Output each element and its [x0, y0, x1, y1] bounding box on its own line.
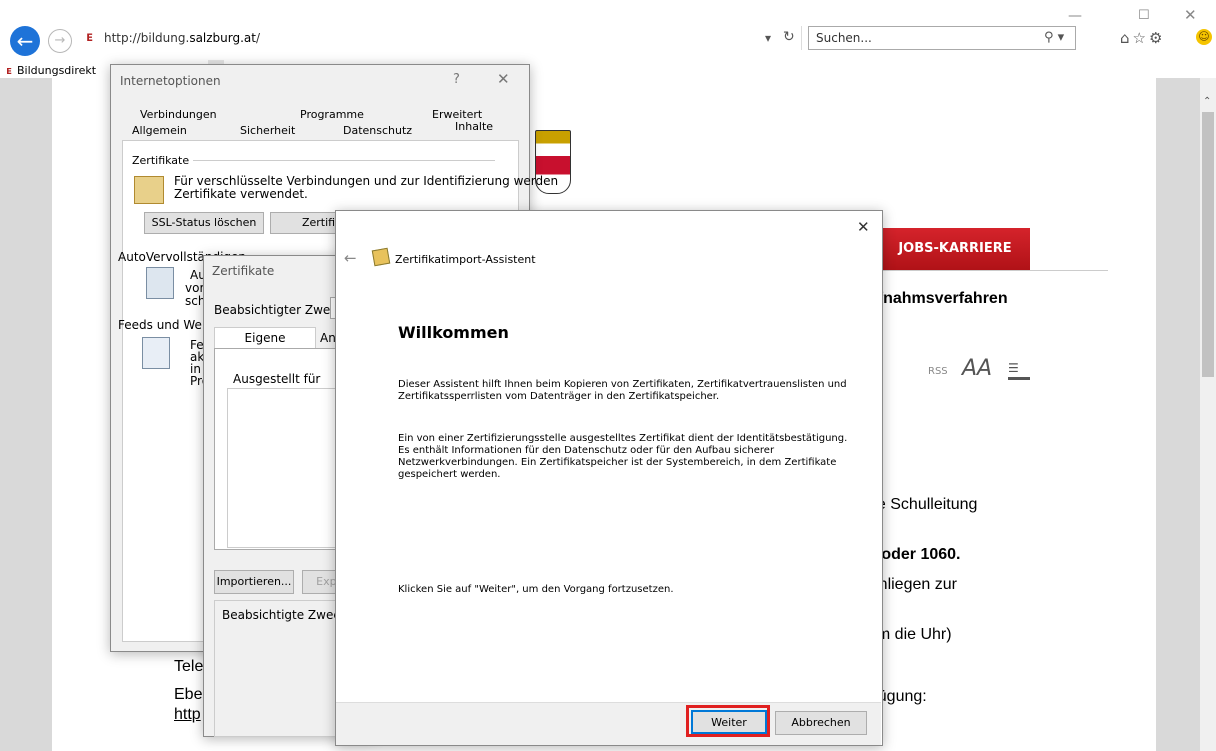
feeds-icon [142, 337, 170, 369]
forward-button[interactable]: → [48, 29, 72, 53]
tab-verbindungen[interactable]: Verbindungen [140, 108, 217, 121]
wizard-paragraph: Dieser Assistent hilft Ihnen beim Kopier… [398, 379, 847, 390]
ssl-clear-button[interactable]: SSL-Status löschen [144, 212, 264, 234]
certificate-wizard-icon [371, 247, 391, 267]
feedback-smiley-icon[interactable]: ☺ [1196, 29, 1212, 45]
autocomplete-icon [146, 267, 174, 299]
minimize-window-button[interactable]: — [1068, 8, 1082, 24]
close-window-button[interactable]: ✕ [1184, 6, 1197, 24]
tab-programme[interactable]: Programme [300, 108, 364, 121]
dialog-title: Internetoptionen [120, 74, 221, 88]
tab-sicherheit[interactable]: Sicherheit [240, 124, 295, 137]
tab-allgemein[interactable]: Allgemein [132, 124, 187, 137]
page-text: ge Schulleitung [868, 496, 978, 513]
scroll-up-icon[interactable]: ⌃ [1203, 96, 1211, 107]
address-dropdown-icon[interactable]: ▾ [765, 31, 771, 45]
dialog-title: Zertifikate [212, 264, 275, 278]
refresh-icon[interactable]: ↻ [783, 29, 795, 45]
tab-datenschutz[interactable]: Datenschutz [343, 124, 412, 137]
cert-description: Für verschlüsselte Verbindungen und zur … [174, 174, 559, 188]
feeds-label: Feeds und We [118, 318, 202, 332]
nav-underline [880, 270, 1108, 271]
search-icon[interactable]: ⚲ ▾ [1044, 30, 1064, 45]
close-button[interactable]: ✕ [497, 70, 510, 88]
tab-favicon-icon: ᴇ [6, 64, 13, 77]
highlight-box [686, 705, 770, 737]
address-bar[interactable]: http://bildung.salzburg.at/ [104, 31, 260, 45]
wizard-paragraph: Netzwerkverbindungen. Ein Zertifikatspei… [398, 457, 837, 468]
jobs-karriere-button[interactable]: JOBS-KARRIERE [880, 228, 1030, 270]
help-button[interactable]: ? [453, 72, 460, 87]
wizard-instruction: Klicken Sie auf "Weiter", um den Vorgang… [398, 584, 674, 595]
wizard-paragraph: Es enthält Informationen für den Datensc… [398, 445, 775, 456]
home-favorites-settings-icons[interactable]: ⌂☆⚙ [1120, 29, 1165, 47]
back-arrow-icon[interactable]: ← [344, 249, 357, 267]
wizard-heading: Willkommen [398, 323, 509, 342]
close-button[interactable]: ✕ [857, 218, 870, 236]
wizard-title: Zertifikatimport-Assistent [395, 253, 536, 266]
import-button[interactable]: Importieren... [214, 570, 294, 594]
wizard-paragraph: Zertifikatssperrlisten vom Datenträger i… [398, 391, 720, 402]
column-issued-to[interactable]: Ausgestellt für [233, 372, 320, 386]
tab-title[interactable]: Bildungsdirekt [17, 64, 96, 77]
toolbar-divider [801, 26, 802, 50]
tab-inhalte[interactable]: Inhalte [455, 120, 493, 133]
scrollbar-thumb[interactable] [1202, 112, 1214, 377]
maximize-window-button[interactable]: ☐ [1138, 8, 1150, 23]
cert-description: Zertifikate verwendet. [174, 187, 308, 201]
group-divider [193, 160, 495, 161]
page-text: Tele [174, 658, 204, 675]
tab-own-certificates[interactable]: Eigene Zertifikate [214, 327, 316, 365]
autocomplete-text: vor [185, 281, 205, 295]
wizard-paragraph: gespeichert werden. [398, 469, 501, 480]
page-heading: ufnahmsverfahren [868, 290, 1008, 307]
rss-icon[interactable]: RSS [928, 366, 948, 377]
print-icon[interactable]: ☰ [1008, 361, 1030, 380]
cancel-button[interactable]: Abbrechen [775, 711, 867, 735]
wizard-paragraph: Ein von einer Zertifizierungsstelle ausg… [398, 433, 848, 444]
search-placeholder: Suchen... [816, 31, 872, 45]
certificates-group-label: Zertifikate [132, 154, 190, 167]
font-size-icon[interactable]: AA [962, 356, 992, 381]
certificate-icon [134, 176, 164, 204]
purpose-label: Beabsichtigter Zweck: [214, 303, 348, 317]
page-link[interactable]: http [174, 706, 201, 724]
back-button[interactable]: ← [10, 26, 40, 56]
page-text: Ebe [174, 686, 203, 703]
site-favicon-icon: ᴇ [86, 30, 94, 45]
